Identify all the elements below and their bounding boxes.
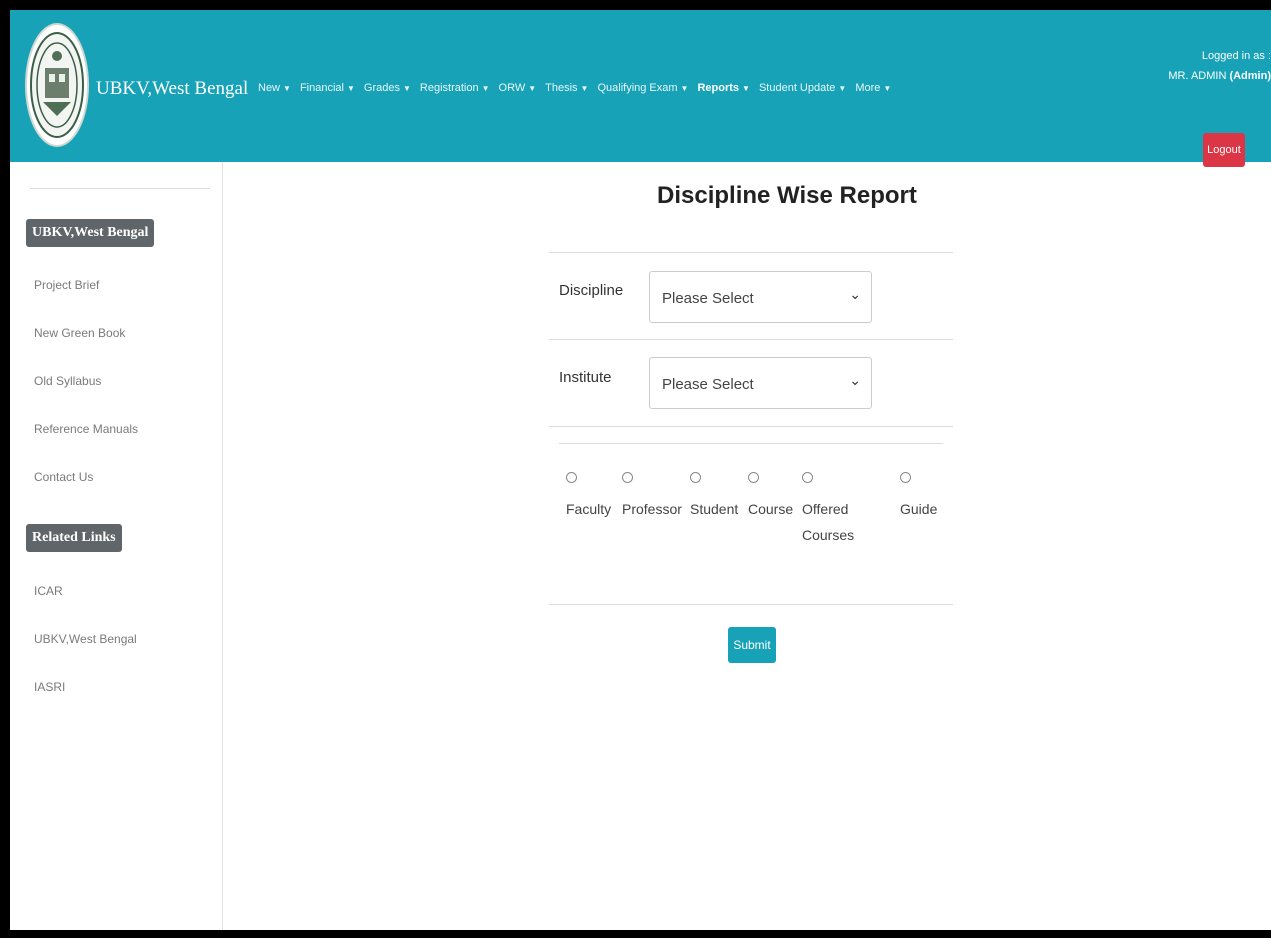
divider	[549, 252, 953, 253]
nav-label: Grades	[363, 82, 400, 94]
nav-item-thesis[interactable]: Thesis ▼	[545, 82, 588, 94]
sidebar-link-iasri[interactable]: IASRI	[34, 680, 65, 694]
radio-label: Guide	[900, 501, 938, 517]
caret-down-icon: ▼	[481, 84, 490, 93]
chevron-down-icon: ⌄	[849, 372, 861, 388]
caret-down-icon: ▼	[580, 84, 589, 93]
caret-down-icon: ▼	[742, 84, 750, 93]
discipline-select[interactable]: Please Select ⌄	[649, 271, 872, 323]
caret-down-icon: ▼	[346, 84, 355, 93]
discipline-selected-value: Please Select	[662, 290, 754, 307]
login-role: (Admin)	[1229, 70, 1271, 82]
sidebar-link-contact-us[interactable]: Contact Us	[34, 470, 93, 484]
sidebar-link-icar[interactable]: ICAR	[34, 584, 63, 598]
nav-item-orw[interactable]: ORW ▼	[499, 82, 537, 94]
divider	[549, 604, 953, 605]
login-username: MR. ADMIN	[1168, 70, 1227, 82]
nav-item-more[interactable]: More ▼	[855, 82, 891, 94]
radio-label: Course	[748, 501, 794, 517]
nav-item-registration[interactable]: Registration ▼	[420, 82, 490, 94]
caret-down-icon: ▼	[283, 84, 291, 93]
divider	[549, 426, 953, 427]
sidebar: UBKV,West Bengal Project Brief New Green…	[10, 162, 223, 930]
top-navbar: UBKV,West Bengal New ▼ Financial ▼ Grades ▼…	[10, 10, 1271, 162]
chevron-down-icon: ⌄	[849, 286, 861, 302]
nav-item-new[interactable]: New ▼	[258, 82, 291, 94]
brand-title[interactable]: UBKV,West Bengal	[96, 78, 248, 100]
caret-down-icon: ▼	[528, 84, 537, 93]
sidebar-link-ubkv[interactable]: UBKV,West Bengal	[34, 632, 137, 646]
sidebar-link-reference-manuals[interactable]: Reference Manuals	[34, 422, 138, 436]
nav-item-student-update[interactable]: Student Update ▼	[759, 82, 846, 94]
nav-label: New	[258, 82, 281, 94]
institute-selected-value: Please Select	[662, 376, 754, 393]
radio-button[interactable]	[802, 472, 813, 483]
radio-label: Professor	[622, 501, 682, 517]
divider	[549, 339, 953, 340]
caret-down-icon: ▼	[402, 84, 411, 93]
radio-button[interactable]	[900, 472, 911, 483]
radio-button[interactable]	[622, 472, 633, 483]
nav-label: Registration	[419, 82, 479, 94]
report-option-professor[interactable]: Professor	[622, 472, 682, 522]
nav-label: Financial	[299, 82, 344, 94]
submit-button[interactable]: Submit	[728, 627, 776, 663]
caret-down-icon: ▼	[680, 84, 689, 93]
radio-button[interactable]	[748, 472, 759, 483]
institute-label: Institute	[559, 369, 612, 386]
report-option-student[interactable]: Student	[690, 472, 738, 522]
login-user: MR. ADMIN (Admin)	[1168, 66, 1271, 86]
nav-label: Thesis	[545, 82, 578, 94]
sidebar-link-new-green-book[interactable]: New Green Book	[34, 326, 125, 340]
sidebar-section-heading: UBKV,West Bengal	[26, 219, 155, 247]
logout-button[interactable]: Logout	[1203, 133, 1245, 167]
nav-item-reports[interactable]: Reports ▼	[697, 82, 749, 94]
radio-label: Student	[690, 501, 739, 517]
nav-label: Student Update	[758, 82, 836, 94]
sidebar-link-project-brief[interactable]: Project Brief	[34, 278, 99, 292]
nav-item-grades[interactable]: Grades ▼	[364, 82, 411, 94]
radio-label: Faculty	[566, 501, 612, 517]
report-option-guide[interactable]: Guide	[900, 472, 937, 522]
sidebar-link-old-syllabus[interactable]: Old Syllabus	[34, 374, 101, 388]
nav-item-financial[interactable]: Financial ▼	[300, 82, 355, 94]
caret-down-icon: ▼	[838, 84, 847, 93]
divider	[559, 443, 943, 444]
radio-label: Offered Courses	[802, 501, 855, 543]
radio-button[interactable]	[566, 472, 577, 483]
sidebar-section-heading: Related Links	[26, 524, 122, 552]
caret-down-icon: ▼	[883, 84, 892, 93]
sidebar-divider	[30, 188, 210, 189]
university-emblem-icon[interactable]	[25, 23, 89, 147]
main-menu: New ▼ Financial ▼ Grades ▼ Registration ▼ OR…	[258, 82, 891, 94]
report-option-faculty[interactable]: Faculty	[566, 472, 611, 522]
page-title: Discipline Wise Report	[657, 182, 917, 209]
nav-item-qualifying-exam[interactable]: Qualifying Exam ▼	[597, 82, 688, 94]
nav-label: ORW	[498, 82, 526, 94]
nav-label: Reports	[697, 82, 740, 94]
login-info: Logged in as : MR. ADMIN (Admin)	[1168, 46, 1271, 86]
discipline-label: Discipline	[559, 282, 624, 299]
login-label: Logged in as :	[1201, 50, 1271, 62]
app-window: UBKV,West Bengal New ▼ Financial ▼ Grades ▼…	[10, 10, 1271, 930]
nav-label: More	[855, 82, 881, 94]
radio-button[interactable]	[690, 472, 701, 483]
report-option-course[interactable]: Course	[748, 472, 793, 522]
report-option-offered-courses[interactable]: Offered Courses	[802, 472, 864, 548]
institute-select[interactable]: Please Select ⌄	[649, 357, 872, 409]
nav-label: Qualifying Exam	[597, 82, 678, 94]
